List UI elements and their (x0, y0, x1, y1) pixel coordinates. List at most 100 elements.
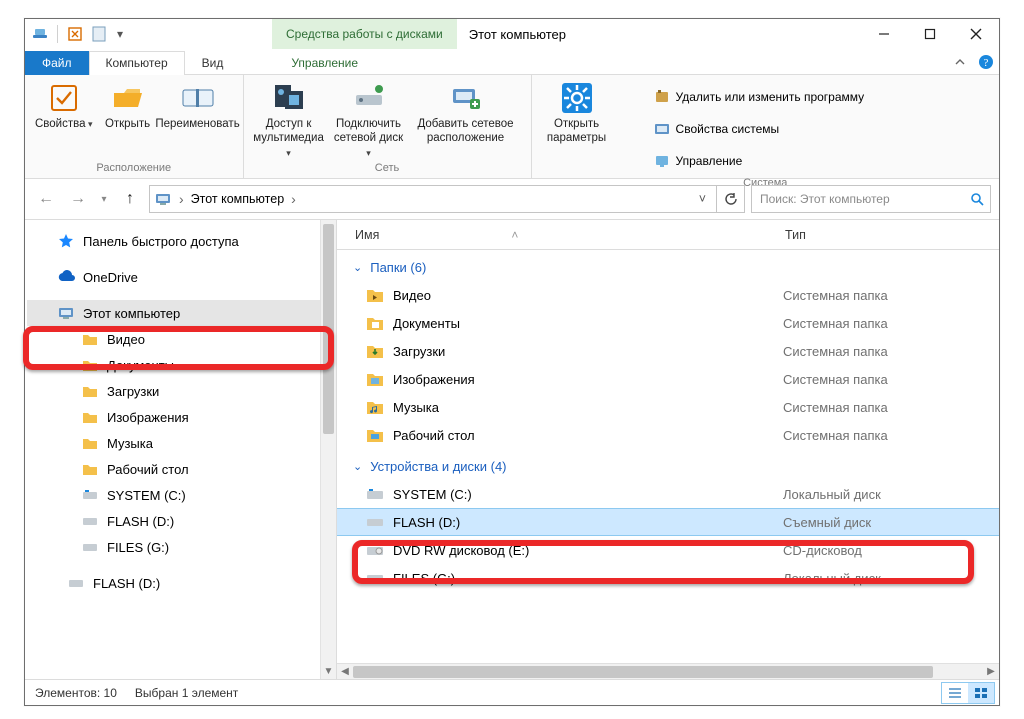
search-box[interactable] (751, 185, 991, 213)
qat-item2-icon[interactable] (90, 25, 108, 43)
hscroll-thumb[interactable] (353, 666, 933, 678)
nav-pictures[interactable]: Изображения (27, 404, 336, 430)
qat-dropdown-icon[interactable]: ▾ (114, 25, 126, 43)
map-drive-label: Подключить сетевой диск (334, 118, 403, 144)
sort-indicator-icon (401, 228, 518, 242)
system-links: Удалить или изменить программу Свойства … (618, 77, 865, 175)
list-item-desktop[interactable]: Рабочий стол Системная папка (337, 421, 999, 449)
forward-button[interactable]: → (65, 186, 91, 212)
column-type[interactable]: Тип (785, 228, 999, 242)
add-network-location-button[interactable]: Добавить сетевое расположение (410, 77, 522, 146)
breadcrumb-dropdown-icon[interactable]: ˅ (693, 192, 712, 206)
address-bar: ← → ▾ ↑ Этот компьютер ˅ (25, 179, 999, 220)
tab-manage[interactable]: Управление (274, 51, 375, 75)
view-tiles-button[interactable] (968, 683, 994, 703)
minimize-button[interactable] (861, 19, 907, 49)
tab-file[interactable]: Файл (25, 51, 89, 75)
nav-downloads[interactable]: Загрузки (27, 378, 336, 404)
back-button[interactable]: ← (33, 186, 59, 212)
group-label-network: Сеть (250, 160, 525, 178)
explorer-window: ▾ Средства работы с дисками Этот компьют… (24, 18, 1000, 706)
nav-this-pc[interactable]: Этот компьютер (27, 300, 336, 326)
list-item-music[interactable]: Музыка Системная папка (337, 393, 999, 421)
list-item-pictures[interactable]: Изображения Системная папка (337, 365, 999, 393)
ribbon-group-location: Свойства Открыть Переименовать Расположе… (25, 75, 244, 178)
nav-files-g[interactable]: FILES (G:) (27, 534, 336, 560)
media-access-button[interactable]: Доступ к мультимедиа (250, 77, 328, 160)
list-item-system-c[interactable]: SYSTEM (C:) Локальный диск (337, 480, 999, 508)
nav-videos[interactable]: Видео (27, 326, 336, 352)
this-pc-icon (154, 190, 172, 208)
uninstall-icon (654, 89, 670, 105)
window-controls (861, 19, 999, 49)
maximize-button[interactable] (907, 19, 953, 49)
search-icon[interactable] (970, 192, 984, 206)
rename-button[interactable]: Переименовать (159, 77, 237, 131)
chevron-down-icon: ⌄ (353, 261, 362, 274)
list-item-downloads[interactable]: Загрузки Системная папка (337, 337, 999, 365)
nav-onedrive[interactable]: OneDrive (27, 264, 336, 290)
ribbon: Свойства Открыть Переименовать Расположе… (25, 75, 999, 179)
scroll-left-icon[interactable]: ◀ (337, 666, 353, 677)
refresh-button[interactable] (717, 185, 745, 213)
column-name[interactable]: Имя (355, 228, 379, 242)
open-settings-label: Открыть параметры (547, 117, 606, 146)
checkmark-icon (47, 81, 81, 115)
nav-documents[interactable]: Документы (27, 352, 336, 378)
recent-locations-dropdown[interactable]: ▾ (97, 186, 111, 212)
qat-properties-icon[interactable] (66, 25, 84, 43)
properties-button[interactable]: Свойства (31, 77, 97, 131)
sysprops-icon (654, 121, 670, 137)
close-button[interactable] (953, 19, 999, 49)
nav-desktop[interactable]: Рабочий стол (27, 456, 336, 482)
scroll-down-icon[interactable]: ▼ (321, 663, 336, 679)
scrollbar-thumb[interactable] (323, 224, 334, 434)
uninstall-programs-link[interactable]: Удалить или изменить программу (626, 83, 865, 111)
tab-view[interactable]: Вид (185, 51, 241, 75)
view-details-button[interactable] (942, 683, 968, 703)
list-item-documents[interactable]: Документы Системная папка (337, 309, 999, 337)
this-pc-icon (57, 304, 75, 322)
group-folders-header[interactable]: ⌄ Папки (6) (337, 250, 999, 281)
list-item-files-g[interactable]: FILES (G:) Локальный диск (337, 564, 999, 592)
open-label: Открыть (105, 117, 150, 131)
nav-music[interactable]: Музыка (27, 430, 336, 456)
nav-system-c[interactable]: SYSTEM (C:) (27, 482, 336, 508)
map-drive-button[interactable]: Подключить сетевой диск (330, 77, 408, 160)
app-icon (31, 25, 49, 43)
open-settings-button[interactable]: Открыть параметры (538, 77, 616, 146)
add-location-label: Добавить сетевое расположение (417, 117, 513, 146)
group-drives-header[interactable]: ⌄ Устройства и диски (4) (337, 449, 999, 480)
rename-label: Переименовать (155, 117, 239, 131)
folder-icon (81, 356, 99, 374)
up-button[interactable]: ↑ (117, 186, 143, 212)
collapse-ribbon-icon[interactable] (947, 50, 973, 74)
navigation-pane[interactable]: Панель быстрого доступа OneDrive Этот ко… (25, 220, 337, 679)
column-headers[interactable]: Имя Тип (337, 220, 999, 250)
breadcrumb-root[interactable]: Этот компьютер (191, 192, 284, 206)
list-item-flash-d[interactable]: FLASH (D:) Съемный диск (337, 508, 999, 536)
scroll-right-icon[interactable]: ▶ (983, 666, 999, 677)
list-item-dvd-e[interactable]: DVD RW дисковод (E:) CD-дисковод (337, 536, 999, 564)
nav-quick-access[interactable]: Панель быстрого доступа (27, 228, 336, 254)
add-location-icon (449, 81, 483, 115)
system-properties-link[interactable]: Свойства системы (626, 115, 865, 143)
star-icon (57, 232, 75, 250)
help-icon[interactable]: ? (973, 50, 999, 74)
list-item-videos[interactable]: Видео Системная папка (337, 281, 999, 309)
manage-link[interactable]: Управление (626, 147, 865, 175)
nav-scrollbar[interactable]: ▲ ▼ (320, 220, 336, 679)
window-title: Этот компьютер (457, 19, 861, 49)
horizontal-scrollbar[interactable]: ◀ ▶ (337, 663, 999, 679)
breadcrumb[interactable]: Этот компьютер ˅ (149, 185, 717, 213)
file-list[interactable]: ⌄ Папки (6) Видео Системная папка Докуме… (337, 250, 999, 663)
music-folder-icon (365, 397, 385, 417)
nav-flash-d[interactable]: FLASH (D:) (27, 508, 336, 534)
nav-flash-d-removable[interactable]: FLASH (D:) (27, 570, 336, 596)
open-button[interactable]: Открыть (99, 77, 157, 131)
tab-computer[interactable]: Компьютер (89, 51, 185, 75)
documents-folder-icon (365, 313, 385, 333)
settings-gear-icon (560, 81, 594, 115)
titlebar: ▾ Средства работы с дисками Этот компьют… (25, 19, 999, 49)
search-input[interactable] (758, 191, 970, 207)
